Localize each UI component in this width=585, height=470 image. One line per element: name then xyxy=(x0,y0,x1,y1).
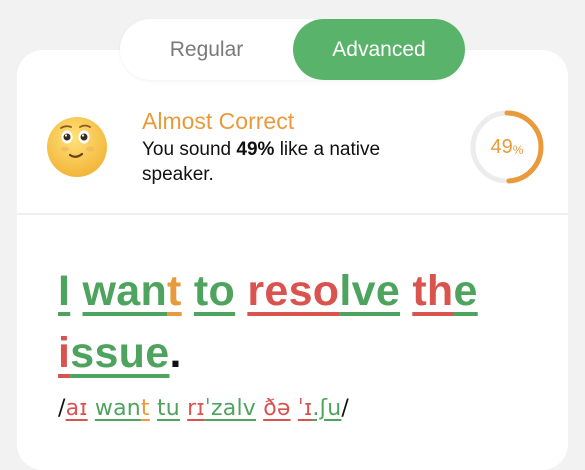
word-punctuation: . xyxy=(169,329,182,377)
desc-percent: 49% xyxy=(236,139,275,160)
score-unit: % xyxy=(512,143,524,157)
word-segment-bad: th xyxy=(412,267,454,315)
word-segment-good: lve xyxy=(339,267,401,315)
ipa-segment-bad: ðə xyxy=(263,396,291,421)
ipa-open-slash: / xyxy=(58,396,66,421)
ipa-segment-good: .ʃu xyxy=(312,396,342,421)
word-segment-bad: i xyxy=(58,329,71,377)
ipa-close-slash: / xyxy=(341,396,349,421)
word-segment-good: ssue xyxy=(70,329,170,377)
word-segment-good: I xyxy=(58,267,71,315)
result-title: Almost Correct xyxy=(142,108,295,134)
mode-toggle: Regular Advanced xyxy=(120,19,465,80)
word-segment-good: to xyxy=(193,267,236,315)
desc-prefix: You sound xyxy=(142,139,237,160)
regular-tab[interactable]: Regular xyxy=(120,19,293,80)
thinking-face-icon xyxy=(47,117,107,177)
word-segment-good: wan xyxy=(82,267,168,315)
divider xyxy=(17,213,568,215)
ipa-transcription: /aɪ want tu rɪˈzalv ðə ˈɪ.ʃu/ xyxy=(58,396,349,421)
score-label: 49% xyxy=(468,108,546,186)
sentence-text: I want to resolve the issue. xyxy=(58,260,538,384)
word-segment-warn: t xyxy=(167,267,182,315)
ipa-segment-good: tu xyxy=(156,396,180,421)
ipa-segment-bad: ˈɪ xyxy=(297,396,313,421)
result-description: You sound 49% like a native speaker. xyxy=(142,137,392,187)
ipa-segment-bad: rɪ xyxy=(187,396,205,421)
score-value: 49 xyxy=(490,136,513,158)
advanced-tab[interactable]: Advanced xyxy=(293,19,465,80)
ipa-segment-warn: t xyxy=(140,396,150,421)
word-segment-good: e xyxy=(453,267,478,315)
ipa-segment-bad: aɪ xyxy=(65,396,88,421)
ipa-segment-good: wan xyxy=(94,396,141,421)
word-segment-bad: reso xyxy=(247,267,340,315)
ipa-segment-good: ˈzalv xyxy=(204,396,256,421)
